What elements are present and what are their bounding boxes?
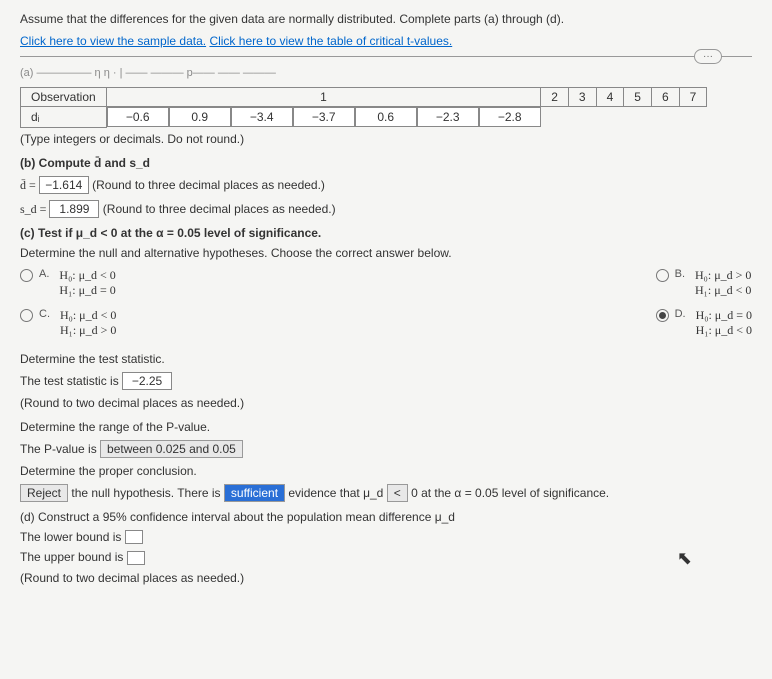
links-row: Click here to view the sample data. Clic…	[20, 34, 752, 48]
conc-text: 0 at the α = 0.05 level of significance.	[411, 486, 609, 500]
det-pvalue: Determine the range of the P-value.	[20, 420, 752, 434]
di-input[interactable]: −3.7	[293, 107, 355, 127]
upper-bound-line: The upper bound is	[20, 550, 752, 565]
p-label: The P-value is	[20, 442, 100, 456]
det-conclusion: Determine the proper conclusion.	[20, 464, 752, 478]
header-col: 3	[568, 88, 596, 107]
part-c-label: (c) Test if μ_d < 0 at the α = 0.05 leve…	[20, 226, 752, 240]
option-text: H₀: μ_d < 0H₁: μ_d > 0	[60, 308, 116, 338]
ci-hint: (Round to two decimal places as needed.)	[20, 571, 752, 585]
di-input[interactable]: −0.6	[107, 107, 169, 127]
ts-label: The test statistic is	[20, 374, 122, 388]
table-hint: (Type integers or decimals. Do not round…	[20, 132, 752, 146]
di-input[interactable]: −2.3	[417, 107, 479, 127]
ub-label: The upper bound is	[20, 550, 127, 564]
header-observation: Observation	[21, 88, 107, 107]
di-input[interactable]: −3.4	[231, 107, 293, 127]
conclusion-line: Reject the null hypothesis. There is suf…	[20, 484, 752, 502]
di-input[interactable]: 0.6	[355, 107, 417, 127]
dbar-line: d̄ = −1.614 (Round to three decimal plac…	[20, 176, 752, 194]
dbar-input[interactable]: −1.614	[39, 176, 89, 194]
link-t-values[interactable]: Click here to view the table of critical…	[209, 34, 452, 48]
option-tag: A.	[39, 268, 49, 280]
inequality-dropdown[interactable]: <	[387, 484, 408, 502]
det-test-stat: Determine the test statistic.	[20, 352, 752, 366]
pvalue-dropdown[interactable]: between 0.025 and 0.05	[100, 440, 243, 458]
di-input[interactable]: −2.8	[479, 107, 541, 127]
divider: ···	[20, 56, 752, 57]
table-row: Observation 1 2 3 4 5 6 7	[21, 88, 707, 107]
ts-hint: (Round to two decimal places as needed.)	[20, 396, 752, 410]
lb-label: The lower bound is	[20, 530, 125, 544]
option-text: H₀: μ_d > 0H₁: μ_d < 0	[695, 268, 751, 298]
option-text: H₀: μ_d = 0H₁: μ_d < 0	[696, 308, 752, 338]
option-d[interactable]: D. H₀: μ_d = 0H₁: μ_d < 0	[656, 308, 752, 338]
radio-c[interactable]	[20, 309, 33, 322]
header-col: 2	[541, 88, 569, 107]
radio-a[interactable]	[20, 269, 33, 282]
dbar-label: d̄ =	[20, 178, 39, 192]
dbar-tail: (Round to three decimal places as needed…	[92, 178, 325, 192]
ts-input[interactable]: −2.25	[122, 372, 172, 390]
instructions: Assume that the differences for the give…	[20, 12, 752, 26]
pvalue-line: The P-value is between 0.025 and 0.05	[20, 440, 752, 458]
options-right: B. H₀: μ_d > 0H₁: μ_d < 0 D. H₀: μ_d = 0…	[656, 268, 752, 338]
option-a[interactable]: A. H₀: μ_d < 0H₁: μ_d = 0	[20, 268, 116, 298]
options-left: A. H₀: μ_d < 0H₁: μ_d = 0 C. H₀: μ_d < 0…	[20, 268, 116, 338]
part-b-label: (b) Compute d̄ and s_d	[20, 156, 752, 170]
header-col: 1	[106, 88, 541, 107]
option-tag: B.	[675, 268, 685, 280]
radio-b[interactable]	[656, 269, 669, 282]
option-b[interactable]: B. H₀: μ_d > 0H₁: μ_d < 0	[656, 268, 752, 298]
sd-label: s_d =	[20, 202, 49, 216]
reject-dropdown[interactable]: Reject	[20, 484, 68, 502]
test-stat-line: The test statistic is −2.25	[20, 372, 752, 390]
radio-d[interactable]	[656, 309, 669, 322]
header-col: 6	[651, 88, 679, 107]
part-d-label: (d) Construct a 95% confidence interval …	[20, 510, 752, 524]
table-row: dᵢ −0.6 0.9 −3.4 −3.7 0.6 −2.3 −2.8	[21, 107, 707, 128]
sd-line: s_d = 1.899 (Round to three decimal plac…	[20, 200, 752, 218]
option-c[interactable]: C. H₀: μ_d < 0H₁: μ_d > 0	[20, 308, 116, 338]
conc-text: the null hypothesis. There is	[71, 486, 224, 500]
sufficient-dropdown[interactable]: sufficient	[224, 484, 285, 502]
option-tag: C.	[39, 308, 50, 320]
di-input[interactable]: 0.9	[169, 107, 231, 127]
lower-bound-input[interactable]	[125, 530, 143, 544]
observation-table: Observation 1 2 3 4 5 6 7 dᵢ −0.6 0.9 −3…	[20, 87, 707, 128]
conc-text: evidence that μ_d	[288, 486, 386, 500]
part-a-obscured: (a) ————— η η · | —— ——— p—— —— ———	[20, 67, 752, 79]
pager-icon[interactable]: ···	[694, 49, 722, 64]
link-sample-data[interactable]: Click here to view the sample data.	[20, 34, 206, 48]
header-col: 7	[679, 88, 707, 107]
header-col: 4	[596, 88, 624, 107]
cursor-icon: ⬉	[677, 548, 692, 569]
option-text: H₀: μ_d < 0H₁: μ_d = 0	[59, 268, 115, 298]
hypothesis-options: A. H₀: μ_d < 0H₁: μ_d = 0 C. H₀: μ_d < 0…	[20, 268, 752, 338]
row-label-di: dᵢ	[21, 107, 107, 128]
option-tag: D.	[675, 308, 686, 320]
sd-tail: (Round to three decimal places as needed…	[103, 202, 336, 216]
hypothesis-prompt: Determine the null and alternative hypot…	[20, 246, 752, 260]
header-col: 5	[624, 88, 652, 107]
lower-bound-line: The lower bound is	[20, 530, 752, 545]
upper-bound-input[interactable]	[127, 551, 145, 565]
sd-input[interactable]: 1.899	[49, 200, 99, 218]
